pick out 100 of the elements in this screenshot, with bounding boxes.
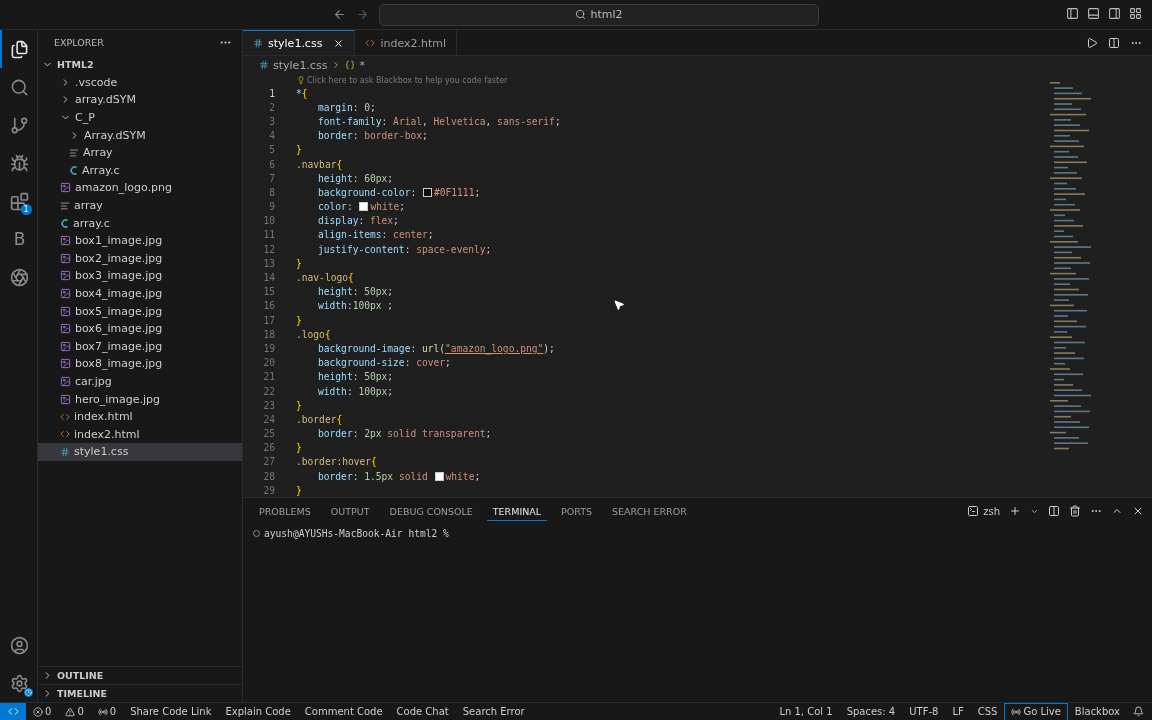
line-number: 22 xyxy=(262,385,275,397)
layout-icon[interactable] xyxy=(1129,7,1142,20)
code-brackets-icon xyxy=(60,411,70,422)
command-search-field[interactable]: html2 xyxy=(379,3,819,26)
line-number: 24 xyxy=(262,413,275,425)
sidebar-title: EXPLORER xyxy=(54,36,104,48)
folder-item[interactable]: array.dSYM xyxy=(38,91,242,109)
file-item[interactable]: box8_image.jpg xyxy=(38,355,242,373)
panel-tab[interactable]: DEBUG CONSOLE xyxy=(383,501,479,521)
plus-icon[interactable] xyxy=(1009,505,1021,517)
code-line: align-items: center; xyxy=(318,229,434,241)
file-item[interactable]: style1.css xyxy=(38,443,242,461)
run-icon[interactable] xyxy=(1086,36,1098,49)
status-item[interactable]: Explain Code xyxy=(218,702,298,720)
panel-tab[interactable]: PROBLEMS xyxy=(253,501,317,521)
line-number: 29 xyxy=(262,484,275,496)
terminal-icon xyxy=(967,505,980,517)
file-item[interactable]: box2_image.jpg xyxy=(38,249,242,268)
file-item[interactable]: index2.html xyxy=(38,425,242,444)
file-item[interactable]: Array xyxy=(38,143,242,162)
image-file-icon xyxy=(60,252,71,264)
panel-bottom-icon[interactable] xyxy=(1087,7,1100,20)
code-line: } xyxy=(296,314,302,326)
line-number: 10 xyxy=(262,215,275,227)
status-item[interactable]: Search Error xyxy=(455,702,532,720)
text-file-icon xyxy=(69,147,79,158)
panel-tab[interactable]: SEARCH ERROR xyxy=(606,501,693,521)
panel-tab[interactable]: OUTPUT xyxy=(324,501,376,521)
c-file-icon xyxy=(69,164,78,176)
panel-left-icon[interactable] xyxy=(1066,7,1079,20)
forward-icon[interactable] xyxy=(356,8,369,21)
code-line: background-size: cover; xyxy=(318,357,451,369)
remote-button[interactable] xyxy=(0,702,26,720)
blackbox-hint[interactable]: Click here to ask Blackbox to help you code faster xyxy=(307,75,508,85)
split-icon[interactable] xyxy=(1048,505,1060,517)
back-icon[interactable] xyxy=(333,8,346,21)
breadcrumb-item[interactable]: style1.css xyxy=(273,58,328,72)
trash-icon[interactable] xyxy=(1069,505,1081,517)
close-icon[interactable] xyxy=(333,37,345,49)
file-item[interactable]: car.jpg xyxy=(38,372,242,391)
file-item[interactable]: Array.c xyxy=(38,161,242,180)
folder-item[interactable]: Array.dSYM xyxy=(38,126,242,144)
breadcrumb-item[interactable]: * xyxy=(359,58,365,72)
warnings-count[interactable]: 0 xyxy=(58,702,91,720)
section-header[interactable]: OUTLINE xyxy=(38,666,242,684)
code-line: } xyxy=(296,399,302,411)
folder-item[interactable]: C_P xyxy=(38,108,242,127)
close-icon[interactable] xyxy=(1132,505,1144,517)
hash-icon xyxy=(60,446,70,457)
panel-right-icon[interactable] xyxy=(1108,7,1121,20)
panel-tab[interactable]: PORTS xyxy=(555,501,599,521)
status-item[interactable]: Code Chat xyxy=(389,702,456,720)
status-item[interactable]: Share Code Link xyxy=(123,702,219,720)
search-icon xyxy=(10,77,29,97)
file-item[interactable]: box4_image.jpg xyxy=(38,284,242,303)
code-line: height: 50px; xyxy=(318,371,394,383)
errors-count[interactable]: 0 xyxy=(26,702,59,720)
status-item[interactable]: UTF-8 xyxy=(902,702,946,720)
error-icon xyxy=(33,706,43,717)
line-number: 26 xyxy=(262,442,275,454)
status-item[interactable]: Ln 1, Col 1 xyxy=(772,702,840,720)
file-item[interactable]: box5_image.jpg xyxy=(38,302,242,320)
line-number: 13 xyxy=(262,257,275,269)
ports-count[interactable]: 0 xyxy=(90,702,124,720)
file-item[interactable]: index.html xyxy=(38,407,242,426)
activity-item[interactable]: 1 xyxy=(0,182,38,220)
file-item[interactable]: array xyxy=(38,196,242,215)
bell-icon[interactable] xyxy=(1133,706,1144,717)
image-file-icon xyxy=(60,305,71,317)
status-item[interactable]: LF xyxy=(945,702,971,720)
broadcast-icon xyxy=(1011,706,1022,717)
code-line: .border{ xyxy=(296,413,343,425)
code-line: color: white; xyxy=(318,201,406,213)
account-icon xyxy=(10,635,29,655)
file-item[interactable]: array.c xyxy=(38,214,242,232)
folder-item[interactable]: .vscode xyxy=(38,73,242,92)
file-item[interactable]: amazon_logo.png xyxy=(38,179,242,197)
lightbulb-icon xyxy=(297,76,305,84)
status-item[interactable]: Spaces: 4 xyxy=(839,702,903,720)
go-live-button[interactable]: Go Live xyxy=(1004,702,1068,720)
hash-icon xyxy=(253,38,263,48)
line-number: 4 xyxy=(268,130,275,142)
file-item[interactable]: box3_image.jpg xyxy=(38,267,242,285)
file-item[interactable]: box7_image.jpg xyxy=(38,337,242,356)
editor-tab[interactable]: style1.css xyxy=(243,30,356,55)
split-editor-icon[interactable] xyxy=(1108,36,1120,49)
panel-tab[interactable]: TERMINAL xyxy=(486,501,548,521)
status-item[interactable]: Comment Code xyxy=(297,702,390,720)
status-item[interactable]: CSS xyxy=(970,702,1005,720)
file-item[interactable]: box6_image.jpg xyxy=(38,319,242,338)
status-item[interactable]: Blackbox xyxy=(1067,702,1127,720)
file-item[interactable]: hero_image.jpg xyxy=(38,390,242,408)
line-number: 9 xyxy=(268,201,275,213)
folder-item[interactable]: HTML2 xyxy=(38,56,242,74)
line-number: 17 xyxy=(262,314,275,326)
image-file-icon xyxy=(60,376,71,387)
file-item[interactable]: box1_image.jpg xyxy=(38,231,242,250)
line-number: 3 xyxy=(268,115,275,127)
shell-selector[interactable]: zsh xyxy=(967,505,1000,517)
activity-item[interactable]: B xyxy=(0,220,38,258)
